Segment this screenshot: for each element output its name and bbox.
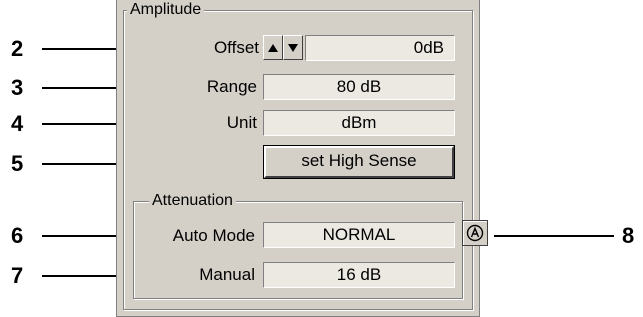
set-high-sense-button[interactable]: set High Sense bbox=[263, 145, 455, 179]
unit-label: Unit bbox=[226, 113, 257, 132]
range-field: 80 dB bbox=[263, 74, 455, 100]
circled-a-icon bbox=[466, 224, 484, 242]
unit-field: dBm bbox=[263, 110, 455, 136]
callout-5: 5 bbox=[11, 151, 24, 176]
range-label: Range bbox=[206, 77, 257, 96]
auto-mode-label: Auto Mode bbox=[172, 226, 255, 245]
callout-3: 3 bbox=[11, 75, 24, 100]
callout-line-8 bbox=[494, 235, 614, 237]
callout-6: 6 bbox=[11, 223, 24, 248]
callout-8: 8 bbox=[622, 223, 635, 248]
offset-down-button[interactable] bbox=[283, 35, 303, 60]
offset-up-button[interactable] bbox=[263, 35, 283, 60]
manual-field[interactable]: 16 dB bbox=[263, 262, 455, 288]
auto-mode-field: NORMAL bbox=[263, 222, 455, 248]
amplitude-group-title: Amplitude bbox=[127, 1, 205, 19]
triangle-down-icon bbox=[288, 43, 298, 52]
triangle-up-icon bbox=[268, 43, 278, 52]
offset-field[interactable]: 0dB bbox=[305, 35, 455, 61]
attenuation-group-title: Attenuation bbox=[149, 192, 236, 210]
offset-label: Offset bbox=[213, 38, 259, 57]
callout-7: 7 bbox=[11, 263, 24, 288]
callout-4: 4 bbox=[11, 111, 24, 136]
manual-label: Manual bbox=[199, 265, 255, 284]
settings-panel: Amplitude Offset 0dB Range 80 dB Unit dB… bbox=[116, 0, 480, 317]
auto-attenuation-button[interactable] bbox=[462, 220, 488, 246]
callout-2: 2 bbox=[11, 36, 24, 61]
